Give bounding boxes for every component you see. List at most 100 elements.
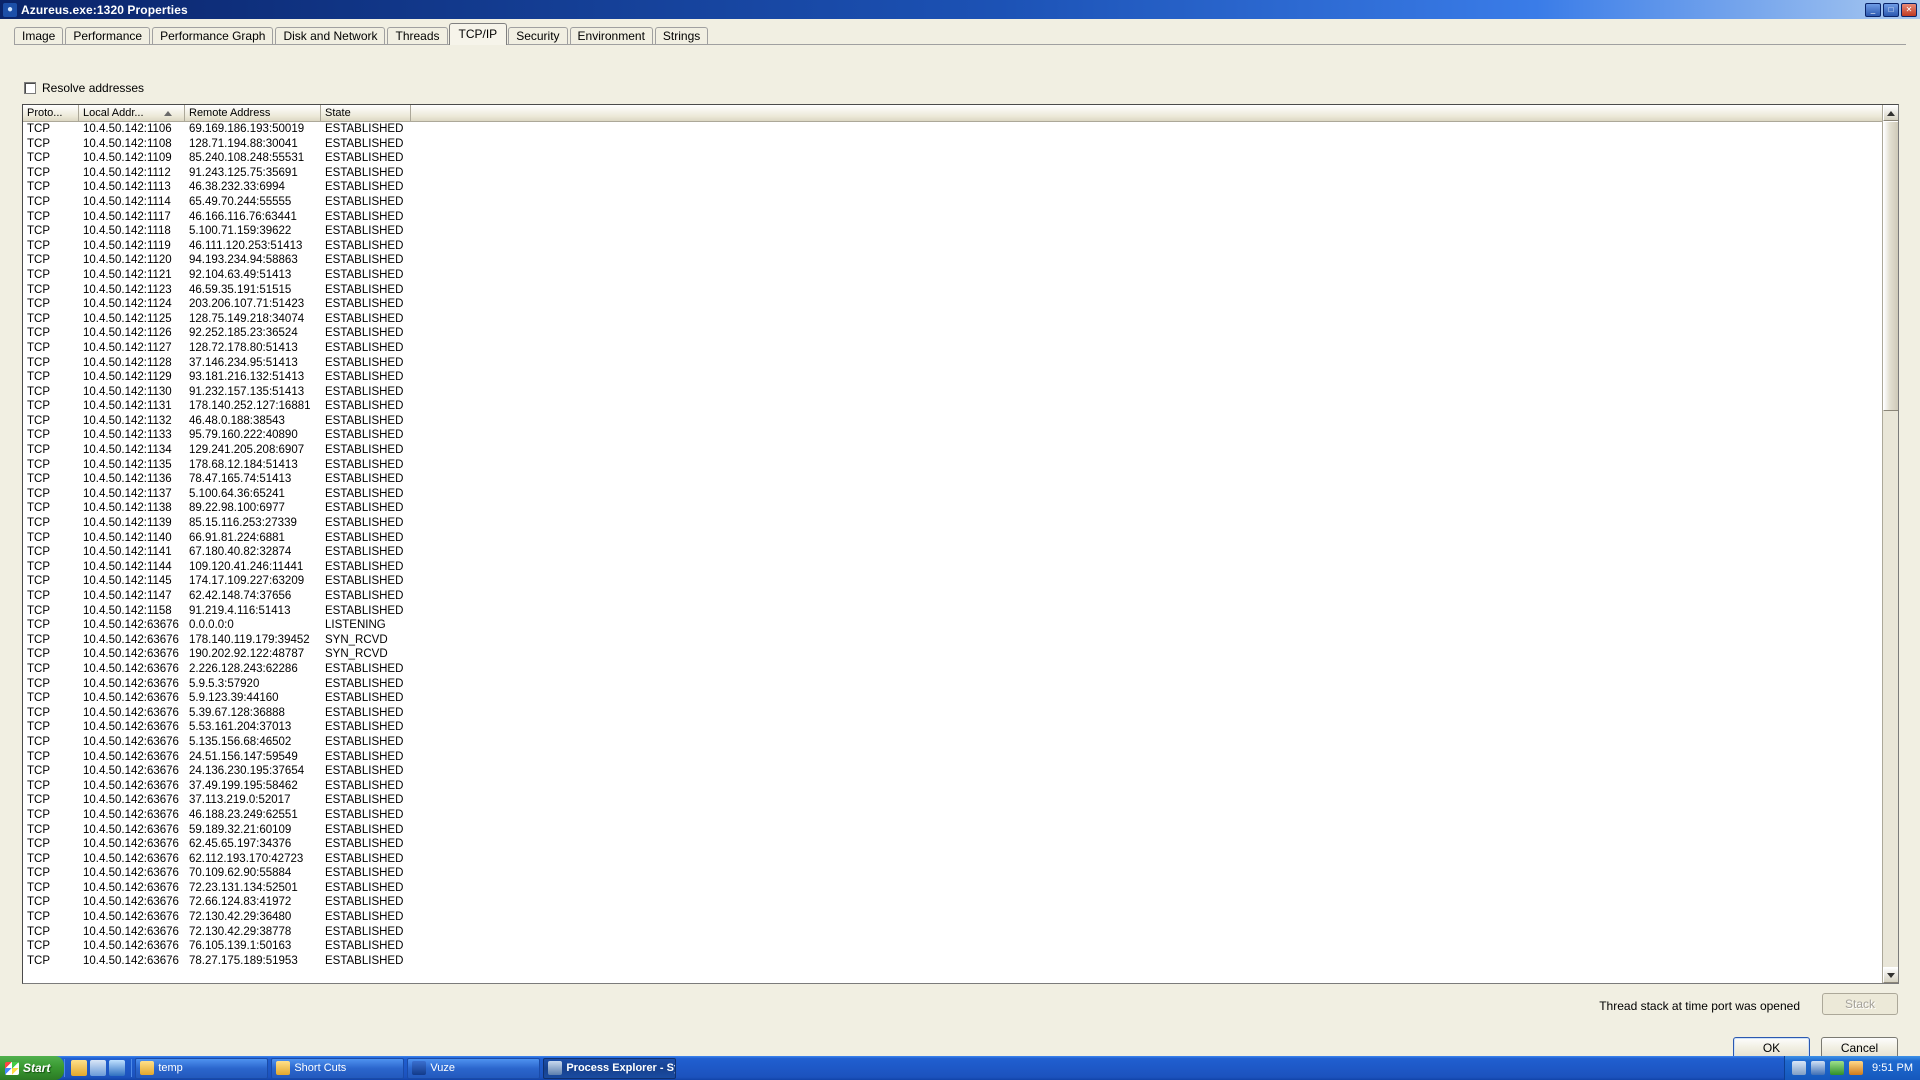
table-row[interactable]: TCP 10.4.50.142:63676 62.45.65.197:34376 ES… (23, 837, 1898, 852)
vertical-scrollbar[interactable] (1882, 105, 1898, 983)
clock[interactable]: 9:51 PM (1872, 1062, 1913, 1074)
table-row[interactable]: TCP 10.4.50.142:1129 93.181.216.132:51413 E… (23, 370, 1898, 385)
table-row[interactable]: TCP 10.4.50.142:63676 37.49.199.195:58462 E… (23, 779, 1898, 794)
tab-performance[interactable]: Performance (65, 27, 151, 45)
tab-image[interactable]: Image (14, 27, 64, 45)
column-header-remote-address[interactable]: Remote Address (185, 105, 321, 121)
table-row[interactable]: TCP 10.4.50.142:1134 129.241.205.208:6907 E… (23, 443, 1898, 458)
folder-icon[interactable] (71, 1060, 88, 1076)
stack-button[interactable]: Stack (1822, 993, 1898, 1015)
table-row[interactable]: TCP 10.4.50.142:63676 72.66.124.83:41972 ES… (23, 895, 1898, 910)
table-row[interactable]: TCP 10.4.50.142:1120 94.193.234.94:58863 ES… (23, 253, 1898, 268)
table-row[interactable]: TCP 10.4.50.142:63676 59.189.32.21:60109 ES… (23, 823, 1898, 838)
minimize-button[interactable]: _ (1865, 2, 1881, 17)
tab-disk-and-network[interactable]: Disk and Network (275, 27, 386, 45)
table-row[interactable]: TCP 10.4.50.142:63676 76.105.139.1:50163 ES… (23, 939, 1898, 954)
table-row[interactable]: TCP 10.4.50.142:1141 67.180.40.82:32874 EST… (23, 545, 1898, 560)
table-row[interactable]: TCP 10.4.50.142:1127 128.72.178.80:51413 ES… (23, 341, 1898, 356)
table-row[interactable]: TCP 10.4.50.142:1131 178.140.252.127:16881… (23, 399, 1898, 414)
table-body[interactable]: TCP 10.4.50.142:1106 69.169.186.193:50019 E… (23, 122, 1898, 968)
table-row[interactable]: TCP 10.4.50.142:1126 92.252.185.23:36524 ES… (23, 326, 1898, 341)
shield-icon[interactable] (1830, 1061, 1845, 1075)
checkbox-box[interactable] (24, 82, 36, 94)
table-row[interactable]: TCP 10.4.50.142:1109 85.240.108.248:55531 E… (23, 151, 1898, 166)
table-row[interactable]: TCP 10.4.50.142:63676 5.53.161.204:37013 ES… (23, 720, 1898, 735)
table-row[interactable]: TCP 10.4.50.142:63676 72.23.131.134:52501 E… (23, 881, 1898, 896)
table-row[interactable]: TCP 10.4.50.142:63676 24.51.156.147:59549 E… (23, 750, 1898, 765)
volume-icon[interactable] (1811, 1061, 1826, 1075)
table-row[interactable]: TCP 10.4.50.142:63676 72.130.42.29:38778 ES… (23, 925, 1898, 940)
taskbar-item-vuze[interactable]: Vuze (407, 1057, 541, 1079)
table-row[interactable]: TCP 10.4.50.142:1124 203.206.107.71:51423 E… (23, 297, 1898, 312)
table-row[interactable]: TCP 10.4.50.142:63676 5.135.156.68:46502 ES… (23, 735, 1898, 750)
scroll-up-button[interactable] (1883, 105, 1898, 121)
table-row[interactable]: TCP 10.4.50.142:63676 0.0.0.0:0 LISTENING (23, 618, 1898, 633)
table-row[interactable]: TCP 10.4.50.142:1106 69.169.186.193:50019 E… (23, 122, 1898, 137)
table-row[interactable]: TCP 10.4.50.142:63676 2.226.128.243:62286 E… (23, 662, 1898, 677)
table-row[interactable]: TCP 10.4.50.142:63676 37.113.219.0:52017 ES… (23, 793, 1898, 808)
tab-threads[interactable]: Threads (387, 27, 448, 45)
table-row[interactable]: TCP 10.4.50.142:63676 46.188.23.249:62551 E… (23, 808, 1898, 823)
table-row[interactable]: TCP 10.4.50.142:1135 178.68.12.184:51413 ES… (23, 458, 1898, 473)
table-row[interactable]: TCP 10.4.50.142:63676 70.109.62.90:55884 ES… (23, 866, 1898, 881)
table-row[interactable]: TCP 10.4.50.142:1112 91.243.125.75:35691 ES… (23, 166, 1898, 181)
table-row[interactable]: TCP 10.4.50.142:1158 91.219.4.116:51413 EST… (23, 604, 1898, 619)
table-row[interactable]: TCP 10.4.50.142:1145 174.17.109.227:63209 E… (23, 574, 1898, 589)
table-row[interactable]: TCP 10.4.50.142:1140 66.91.81.224:6881 ESTA… (23, 531, 1898, 546)
table-row[interactable]: TCP 10.4.50.142:1114 65.49.70.244:55555 EST… (23, 195, 1898, 210)
maximize-button[interactable]: □ (1883, 2, 1899, 17)
table-row[interactable]: TCP 10.4.50.142:63676 72.130.42.29:36480 ES… (23, 910, 1898, 925)
table-header-row[interactable]: Proto... Local Addr... Remote Address State (23, 105, 1898, 122)
quick-launch-bar[interactable] (65, 1060, 131, 1076)
table-row[interactable]: TCP 10.4.50.142:63676 5.9.123.39:44160 ESTA… (23, 691, 1898, 706)
table-row[interactable]: TCP 10.4.50.142:1130 91.232.157.135:51413 E… (23, 385, 1898, 400)
tcpip-connections-list[interactable]: Proto... Local Addr... Remote Address State… (22, 104, 1899, 984)
internet-explorer-icon[interactable] (109, 1060, 126, 1076)
scroll-down-button[interactable] (1883, 967, 1898, 983)
table-row[interactable]: TCP 10.4.50.142:1144 109.120.41.246:11441 E… (23, 560, 1898, 575)
table-row[interactable]: TCP 10.4.50.142:1123 46.59.35.191:51515 EST… (23, 283, 1898, 298)
resolve-addresses-checkbox[interactable]: Resolve addresses (24, 81, 144, 95)
person-icon[interactable] (90, 1060, 107, 1076)
table-row[interactable]: TCP 10.4.50.142:1117 46.166.116.76:63441 ES… (23, 210, 1898, 225)
taskbar-item-short-cuts[interactable]: Short Cuts (271, 1057, 405, 1079)
tab-environment[interactable]: Environment (569, 27, 653, 45)
table-row[interactable]: TCP 10.4.50.142:1108 128.71.194.88:30041 ES… (23, 137, 1898, 152)
tab-performance-graph[interactable]: Performance Graph (152, 27, 274, 45)
table-row[interactable]: TCP 10.4.50.142:63676 62.112.193.170:42723… (23, 852, 1898, 867)
table-row[interactable]: TCP 10.4.50.142:1138 89.22.98.100:6977 ESTA… (23, 501, 1898, 516)
table-row[interactable]: TCP 10.4.50.142:1119 46.111.120.253:51413 E… (23, 239, 1898, 254)
column-header-state[interactable]: State (321, 105, 411, 121)
tab-security[interactable]: Security (508, 27, 568, 45)
network-icon[interactable] (1792, 1061, 1807, 1075)
scrollbar-thumb[interactable] (1883, 121, 1898, 411)
update-icon[interactable] (1849, 1061, 1864, 1075)
table-row[interactable]: TCP 10.4.50.142:1121 92.104.63.49:51413 EST… (23, 268, 1898, 283)
table-row[interactable]: TCP 10.4.50.142:1128 37.146.234.95:51413 ES… (23, 356, 1898, 371)
table-row[interactable]: TCP 10.4.50.142:1136 78.47.165.74:51413 EST… (23, 472, 1898, 487)
taskbar-item-process-explorer-sy[interactable]: Process Explorer - Sy... (543, 1057, 677, 1079)
tab-strings[interactable]: Strings (654, 27, 709, 45)
table-row[interactable]: TCP 10.4.50.142:1113 46.38.232.33:6994 ESTA… (23, 180, 1898, 195)
table-row[interactable]: TCP 10.4.50.142:63676 24.136.230.195:37654… (23, 764, 1898, 779)
close-button[interactable]: ✕ (1901, 2, 1917, 17)
tab-tcp-ip[interactable]: TCP/IP (448, 23, 508, 45)
system-tray[interactable]: 9:51 PM (1784, 1056, 1920, 1080)
table-row[interactable]: TCP 10.4.50.142:63676 190.202.92.122:48787… (23, 647, 1898, 662)
column-header-local-addr-[interactable]: Local Addr... (79, 105, 185, 121)
table-row[interactable]: TCP 10.4.50.142:63676 5.39.67.128:36888 EST… (23, 706, 1898, 721)
table-row[interactable]: TCP 10.4.50.142:1133 95.79.160.222:40890 ES… (23, 428, 1898, 443)
table-row[interactable]: TCP 10.4.50.142:1139 85.15.116.253:27339 ES… (23, 516, 1898, 531)
start-button[interactable]: Start (0, 1056, 65, 1080)
window-title-bar[interactable]: ● Azureus.exe:1320 Properties _ □ ✕ (0, 0, 1920, 19)
table-row[interactable]: TCP 10.4.50.142:1118 5.100.71.159:39622 EST… (23, 224, 1898, 239)
taskbar-item-temp[interactable]: temp (135, 1057, 269, 1079)
table-row[interactable]: TCP 10.4.50.142:63676 78.27.175.189:51953 E… (23, 954, 1898, 969)
column-header-proto-[interactable]: Proto... (23, 105, 79, 121)
table-row[interactable]: TCP 10.4.50.142:1137 5.100.64.36:65241 ESTA… (23, 487, 1898, 502)
task-button-area[interactable]: temp Short Cuts Vuze Process Explorer - Sy.… (132, 1057, 677, 1079)
table-row[interactable]: TCP 10.4.50.142:63676 5.9.5.3:57920 ESTABLI… (23, 677, 1898, 692)
table-row[interactable]: TCP 10.4.50.142:1125 128.75.149.218:34074 E… (23, 312, 1898, 327)
table-row[interactable]: TCP 10.4.50.142:63676 178.140.119.179:3945… (23, 633, 1898, 648)
table-row[interactable]: TCP 10.4.50.142:1147 62.42.148.74:37656 EST… (23, 589, 1898, 604)
